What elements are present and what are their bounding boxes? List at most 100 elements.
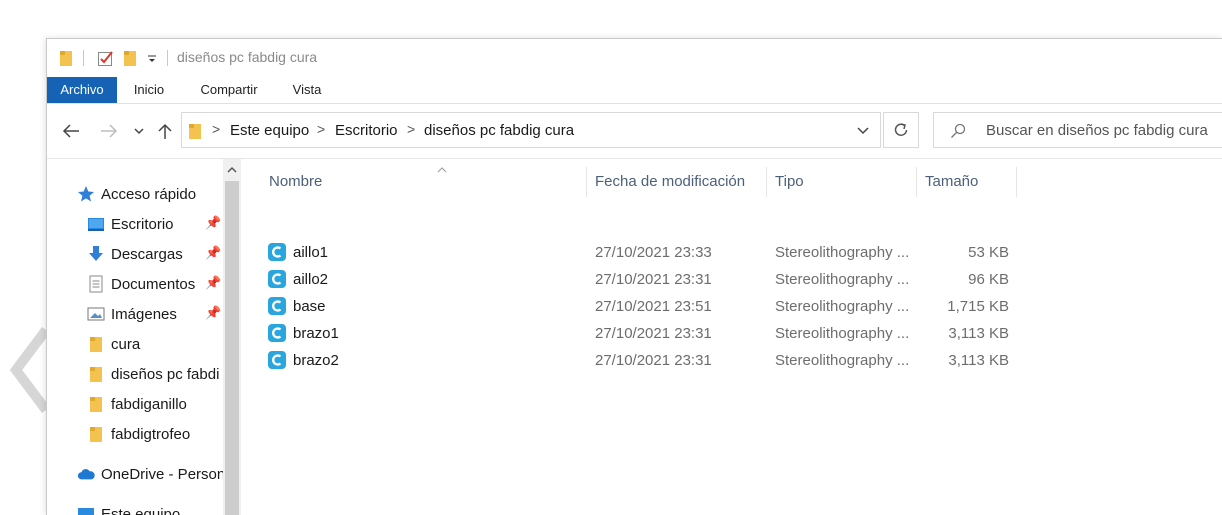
file-row[interactable]: brazo2 27/10/2021 23:31 Stereolithograph… <box>267 347 1009 374</box>
folder-icon <box>87 365 105 383</box>
nav-onedrive[interactable]: OneDrive - Person <box>77 461 225 487</box>
address-dropdown-icon[interactable] <box>856 126 870 136</box>
pin-icon[interactable]: 📌 <box>205 305 221 321</box>
search-placeholder: Buscar en diseños pc fabdig cura <box>986 122 1208 139</box>
file-size: 3,113 KB <box>929 352 1009 369</box>
file-row[interactable]: base 27/10/2021 23:51 Stereolithography … <box>267 293 1009 320</box>
file-modified: 27/10/2021 23:51 <box>595 298 712 315</box>
sort-ascending-icon <box>437 167 447 173</box>
recent-locations-button[interactable] <box>129 121 149 141</box>
breadcrumb-chevron-icon[interactable]: > <box>317 121 325 137</box>
pin-icon[interactable]: 📌 <box>205 275 221 291</box>
file-size: 1,715 KB <box>929 298 1009 315</box>
breadcrumb-escritorio[interactable]: Escritorio <box>335 122 398 139</box>
title-separator <box>83 50 84 66</box>
file-row[interactable]: aillo1 27/10/2021 23:33 Stereolithograph… <box>267 239 1009 266</box>
cura-file-icon <box>267 296 287 316</box>
search-icon <box>950 123 966 139</box>
nav-item-label: cura <box>111 336 140 353</box>
nav-quick-access[interactable]: Acceso rápido <box>77 181 196 207</box>
nav-item-label: Escritorio <box>111 216 174 233</box>
ribbon-tabs: Archivo Inicio Compartir Vista <box>47 77 1222 104</box>
folder-icon <box>188 122 202 140</box>
back-button[interactable] <box>61 121 81 141</box>
navigation-pane: Acceso rápido Escritorio 📌 Descargas 📌 D… <box>47 159 243 515</box>
star-icon <box>77 185 95 203</box>
download-icon <box>87 245 105 263</box>
cloud-icon <box>77 465 95 483</box>
nav-item-fabdiganillo[interactable]: fabdiganillo <box>87 391 187 417</box>
tab-vista[interactable]: Vista <box>283 77 331 103</box>
title-bar: diseños pc fabdig cura <box>47 39 1222 77</box>
nav-item-escritorio[interactable]: Escritorio <box>87 211 174 237</box>
column-header-type[interactable]: Tipo <box>767 167 917 197</box>
file-name: brazo2 <box>293 352 339 369</box>
new-folder-icon[interactable] <box>123 49 137 67</box>
file-name: aillo2 <box>293 271 328 288</box>
chevron-down-icon <box>133 127 145 135</box>
folder-icon <box>87 425 105 443</box>
desktop-icon <box>87 215 105 233</box>
nav-item-documentos[interactable]: Documentos <box>87 271 195 297</box>
nav-item-label: Documentos <box>111 276 195 293</box>
nav-item-label: diseños pc fabdi <box>111 366 219 383</box>
file-name: base <box>293 298 326 315</box>
search-box[interactable]: Buscar en diseños pc fabdig cura <box>933 112 1222 148</box>
file-name: aillo1 <box>293 244 328 261</box>
refresh-button[interactable] <box>883 112 919 148</box>
file-row[interactable]: brazo1 27/10/2021 23:31 Stereolithograph… <box>267 320 1009 347</box>
column-header-modified[interactable]: Fecha de modificación <box>587 167 767 197</box>
file-size: 3,113 KB <box>929 325 1009 342</box>
nav-item-label: fabdigtrofeo <box>111 426 190 443</box>
up-button[interactable] <box>155 121 175 141</box>
tab-archivo[interactable]: Archivo <box>47 77 117 103</box>
file-row[interactable]: aillo2 27/10/2021 23:31 Stereolithograph… <box>267 266 1009 293</box>
forward-arrow-icon <box>100 124 118 138</box>
folder-icon <box>59 49 73 67</box>
nav-onedrive-label: OneDrive - Person <box>101 466 225 483</box>
customize-toolbar-icon[interactable] <box>147 49 157 67</box>
cura-file-icon <box>267 242 287 262</box>
nav-item-label: fabdiganillo <box>111 396 187 413</box>
column-header-size[interactable]: Tamaño <box>917 167 1017 197</box>
column-header-name[interactable]: Nombre <box>261 167 587 197</box>
column-header-name-label: Nombre <box>269 173 322 190</box>
breadcrumb-este-equipo[interactable]: Este equipo <box>230 122 309 139</box>
nav-item-label: Imágenes <box>111 306 177 323</box>
nav-quick-access-label: Acceso rápido <box>101 186 196 203</box>
nav-this-pc[interactable]: Este equipo <box>77 501 180 515</box>
scroll-thumb[interactable] <box>225 181 239 515</box>
properties-icon[interactable] <box>97 49 115 67</box>
document-icon <box>87 275 105 293</box>
file-size: 96 KB <box>929 271 1009 288</box>
breadcrumb-chevron-icon[interactable]: > <box>212 121 220 137</box>
breadcrumb-chevron-icon[interactable]: > <box>407 121 415 137</box>
pin-icon[interactable]: 📌 <box>205 245 221 261</box>
pin-icon[interactable]: 📌 <box>205 215 221 231</box>
address-bar[interactable]: > Este equipo > Escritorio > diseños pc … <box>181 112 881 148</box>
folder-icon <box>87 335 105 353</box>
folder-icon <box>87 395 105 413</box>
up-arrow-icon <box>158 122 172 140</box>
nav-item-disenos[interactable]: diseños pc fabdi <box>87 361 219 387</box>
forward-button[interactable] <box>99 121 119 141</box>
title-separator-2 <box>167 50 168 66</box>
navigation-scrollbar[interactable] <box>223 159 241 515</box>
nav-item-fabdigtrofeo[interactable]: fabdigtrofeo <box>87 421 190 447</box>
breadcrumb-current-folder[interactable]: diseños pc fabdig cura <box>424 122 574 139</box>
tab-inicio[interactable]: Inicio <box>123 77 175 103</box>
nav-item-imagenes[interactable]: Imágenes <box>87 301 177 327</box>
file-size: 53 KB <box>929 244 1009 261</box>
file-modified: 27/10/2021 23:33 <box>595 244 712 261</box>
scroll-up-icon[interactable] <box>223 159 241 181</box>
nav-item-cura[interactable]: cura <box>87 331 140 357</box>
file-name: brazo1 <box>293 325 339 342</box>
file-modified: 27/10/2021 23:31 <box>595 352 712 369</box>
file-type: Stereolithography ... <box>775 352 909 369</box>
back-arrow-icon <box>62 124 80 138</box>
nav-item-descargas[interactable]: Descargas <box>87 241 183 267</box>
window-title: diseños pc fabdig cura <box>177 49 317 65</box>
nav-item-label: Descargas <box>111 246 183 263</box>
cura-file-icon <box>267 350 287 370</box>
tab-compartir[interactable]: Compartir <box>191 77 267 103</box>
